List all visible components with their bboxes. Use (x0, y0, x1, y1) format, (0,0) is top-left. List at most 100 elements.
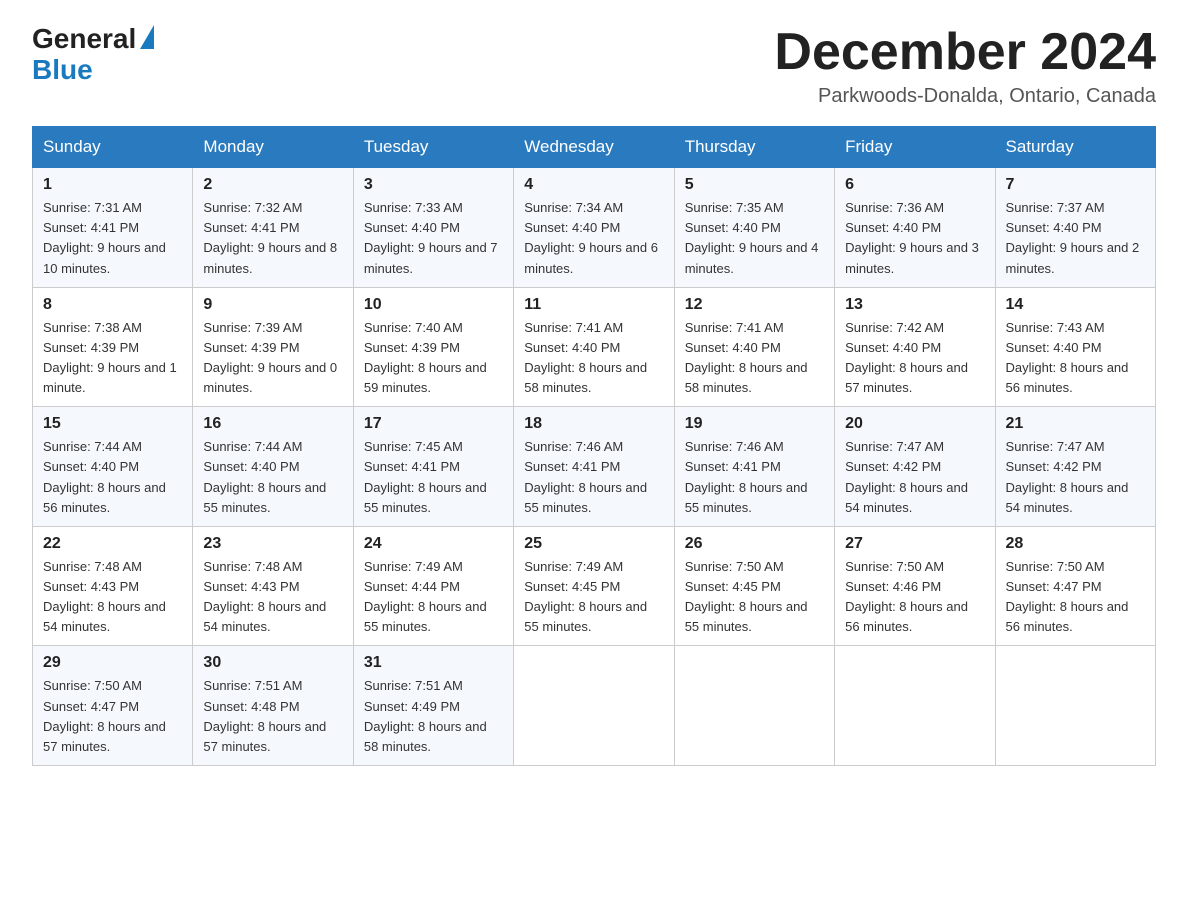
day-info: Sunrise: 7:47 AMSunset: 4:42 PMDaylight:… (845, 437, 984, 518)
logo-triangle-icon (140, 25, 154, 49)
day-of-week-header: Saturday (995, 127, 1155, 168)
day-info: Sunrise: 7:35 AMSunset: 4:40 PMDaylight:… (685, 198, 824, 279)
calendar-week-row: 22 Sunrise: 7:48 AMSunset: 4:43 PMDayligh… (33, 526, 1156, 646)
day-number: 28 (1006, 535, 1145, 553)
day-info: Sunrise: 7:38 AMSunset: 4:39 PMDaylight:… (43, 318, 182, 399)
calendar-day-cell: 21 Sunrise: 7:47 AMSunset: 4:42 PMDayligh… (995, 407, 1155, 527)
logo: General Blue (32, 24, 154, 86)
day-number: 7 (1006, 176, 1145, 194)
calendar-day-cell: 17 Sunrise: 7:45 AMSunset: 4:41 PMDayligh… (353, 407, 513, 527)
calendar-day-cell: 12Sunrise: 7:41 AMSunset: 4:40 PMDayligh… (674, 287, 834, 407)
calendar-day-cell: 20 Sunrise: 7:47 AMSunset: 4:42 PMDayligh… (835, 407, 995, 527)
day-number: 27 (845, 535, 984, 553)
calendar-day-cell: 5 Sunrise: 7:35 AMSunset: 4:40 PMDaylight… (674, 168, 834, 288)
location-text: Parkwoods-Donalda, Ontario, Canada (774, 85, 1156, 108)
calendar-day-cell: 26 Sunrise: 7:50 AMSunset: 4:45 PMDayligh… (674, 526, 834, 646)
day-number: 8 (43, 296, 182, 314)
title-area: December 2024 Parkwoods-Donalda, Ontario… (774, 24, 1156, 108)
day-number: 16 (203, 415, 342, 433)
day-info: Sunrise: 7:51 AMSunset: 4:48 PMDaylight:… (203, 676, 342, 757)
day-info: Sunrise: 7:40 AMSunset: 4:39 PMDaylight:… (364, 318, 503, 399)
calendar-day-cell: 3Sunrise: 7:33 AMSunset: 4:40 PMDaylight… (353, 168, 513, 288)
calendar-day-cell: 29 Sunrise: 7:50 AMSunset: 4:47 PMDayligh… (33, 646, 193, 766)
day-number: 10 (364, 296, 503, 314)
day-number: 29 (43, 654, 182, 672)
calendar-day-cell: 25Sunrise: 7:49 AMSunset: 4:45 PMDayligh… (514, 526, 674, 646)
page-header: General Blue December 2024 Parkwoods-Don… (32, 24, 1156, 108)
day-number: 22 (43, 535, 182, 553)
day-number: 31 (364, 654, 503, 672)
calendar-day-cell: 30 Sunrise: 7:51 AMSunset: 4:48 PMDayligh… (193, 646, 353, 766)
calendar-day-cell: 7 Sunrise: 7:37 AMSunset: 4:40 PMDaylight… (995, 168, 1155, 288)
calendar-day-cell: 14 Sunrise: 7:43 AMSunset: 4:40 PMDayligh… (995, 287, 1155, 407)
day-info: Sunrise: 7:44 AMSunset: 4:40 PMDaylight:… (203, 437, 342, 518)
day-info: Sunrise: 7:48 AMSunset: 4:43 PMDaylight:… (203, 557, 342, 638)
day-info: Sunrise: 7:46 AMSunset: 4:41 PMDaylight:… (685, 437, 824, 518)
calendar-day-cell: 10 Sunrise: 7:40 AMSunset: 4:39 PMDayligh… (353, 287, 513, 407)
day-info: Sunrise: 7:45 AMSunset: 4:41 PMDaylight:… (364, 437, 503, 518)
calendar-table: SundayMondayTuesdayWednesdayThursdayFrid… (32, 126, 1156, 766)
day-number: 26 (685, 535, 824, 553)
day-number: 17 (364, 415, 503, 433)
day-number: 24 (364, 535, 503, 553)
day-info: Sunrise: 7:33 AMSunset: 4:40 PMDaylight:… (364, 198, 503, 279)
day-of-week-header: Friday (835, 127, 995, 168)
calendar-day-cell: 27 Sunrise: 7:50 AMSunset: 4:46 PMDayligh… (835, 526, 995, 646)
day-number: 19 (685, 415, 824, 433)
calendar-day-cell: 13Sunrise: 7:42 AMSunset: 4:40 PMDayligh… (835, 287, 995, 407)
day-number: 4 (524, 176, 663, 194)
calendar-day-cell: 8 Sunrise: 7:38 AMSunset: 4:39 PMDaylight… (33, 287, 193, 407)
day-info: Sunrise: 7:41 AMSunset: 4:40 PMDaylight:… (685, 318, 824, 399)
calendar-day-cell: 31Sunrise: 7:51 AMSunset: 4:49 PMDayligh… (353, 646, 513, 766)
calendar-day-cell: 1Sunrise: 7:31 AMSunset: 4:41 PMDaylight… (33, 168, 193, 288)
day-number: 6 (845, 176, 984, 194)
calendar-day-cell: 24Sunrise: 7:49 AMSunset: 4:44 PMDayligh… (353, 526, 513, 646)
logo-blue-text: Blue (32, 54, 93, 85)
day-info: Sunrise: 7:37 AMSunset: 4:40 PMDaylight:… (1006, 198, 1145, 279)
day-number: 14 (1006, 296, 1145, 314)
day-info: Sunrise: 7:44 AMSunset: 4:40 PMDaylight:… (43, 437, 182, 518)
calendar-week-row: 15Sunrise: 7:44 AMSunset: 4:40 PMDayligh… (33, 407, 1156, 527)
calendar-day-cell (835, 646, 995, 766)
calendar-day-cell: 18 Sunrise: 7:46 AMSunset: 4:41 PMDayligh… (514, 407, 674, 527)
calendar-day-cell (674, 646, 834, 766)
day-info: Sunrise: 7:36 AMSunset: 4:40 PMDaylight:… (845, 198, 984, 279)
days-header-row: SundayMondayTuesdayWednesdayThursdayFrid… (33, 127, 1156, 168)
calendar-week-row: 1Sunrise: 7:31 AMSunset: 4:41 PMDaylight… (33, 168, 1156, 288)
day-info: Sunrise: 7:34 AMSunset: 4:40 PMDaylight:… (524, 198, 663, 279)
day-number: 9 (203, 296, 342, 314)
day-number: 30 (203, 654, 342, 672)
calendar-day-cell: 16 Sunrise: 7:44 AMSunset: 4:40 PMDayligh… (193, 407, 353, 527)
day-info: Sunrise: 7:32 AMSunset: 4:41 PMDaylight:… (203, 198, 342, 279)
day-of-week-header: Sunday (33, 127, 193, 168)
calendar-week-row: 29 Sunrise: 7:50 AMSunset: 4:47 PMDayligh… (33, 646, 1156, 766)
day-number: 23 (203, 535, 342, 553)
day-info: Sunrise: 7:50 AMSunset: 4:47 PMDaylight:… (1006, 557, 1145, 638)
day-number: 2 (203, 176, 342, 194)
calendar-day-cell: 6 Sunrise: 7:36 AMSunset: 4:40 PMDaylight… (835, 168, 995, 288)
day-info: Sunrise: 7:48 AMSunset: 4:43 PMDaylight:… (43, 557, 182, 638)
day-number: 18 (524, 415, 663, 433)
day-info: Sunrise: 7:50 AMSunset: 4:47 PMDaylight:… (43, 676, 182, 757)
day-info: Sunrise: 7:50 AMSunset: 4:46 PMDaylight:… (845, 557, 984, 638)
calendar-day-cell (995, 646, 1155, 766)
day-number: 20 (845, 415, 984, 433)
month-title: December 2024 (774, 24, 1156, 81)
day-of-week-header: Monday (193, 127, 353, 168)
calendar-day-cell: 15Sunrise: 7:44 AMSunset: 4:40 PMDayligh… (33, 407, 193, 527)
day-info: Sunrise: 7:50 AMSunset: 4:45 PMDaylight:… (685, 557, 824, 638)
day-info: Sunrise: 7:41 AMSunset: 4:40 PMDaylight:… (524, 318, 663, 399)
day-number: 11 (524, 296, 663, 314)
day-of-week-header: Thursday (674, 127, 834, 168)
calendar-day-cell (514, 646, 674, 766)
calendar-day-cell: 2 Sunrise: 7:32 AMSunset: 4:41 PMDaylight… (193, 168, 353, 288)
day-info: Sunrise: 7:39 AMSunset: 4:39 PMDaylight:… (203, 318, 342, 399)
day-number: 21 (1006, 415, 1145, 433)
day-info: Sunrise: 7:42 AMSunset: 4:40 PMDaylight:… (845, 318, 984, 399)
day-info: Sunrise: 7:47 AMSunset: 4:42 PMDaylight:… (1006, 437, 1145, 518)
calendar-day-cell: 9 Sunrise: 7:39 AMSunset: 4:39 PMDaylight… (193, 287, 353, 407)
day-info: Sunrise: 7:46 AMSunset: 4:41 PMDaylight:… (524, 437, 663, 518)
day-info: Sunrise: 7:43 AMSunset: 4:40 PMDaylight:… (1006, 318, 1145, 399)
logo-general-text: General (32, 24, 136, 55)
day-number: 5 (685, 176, 824, 194)
